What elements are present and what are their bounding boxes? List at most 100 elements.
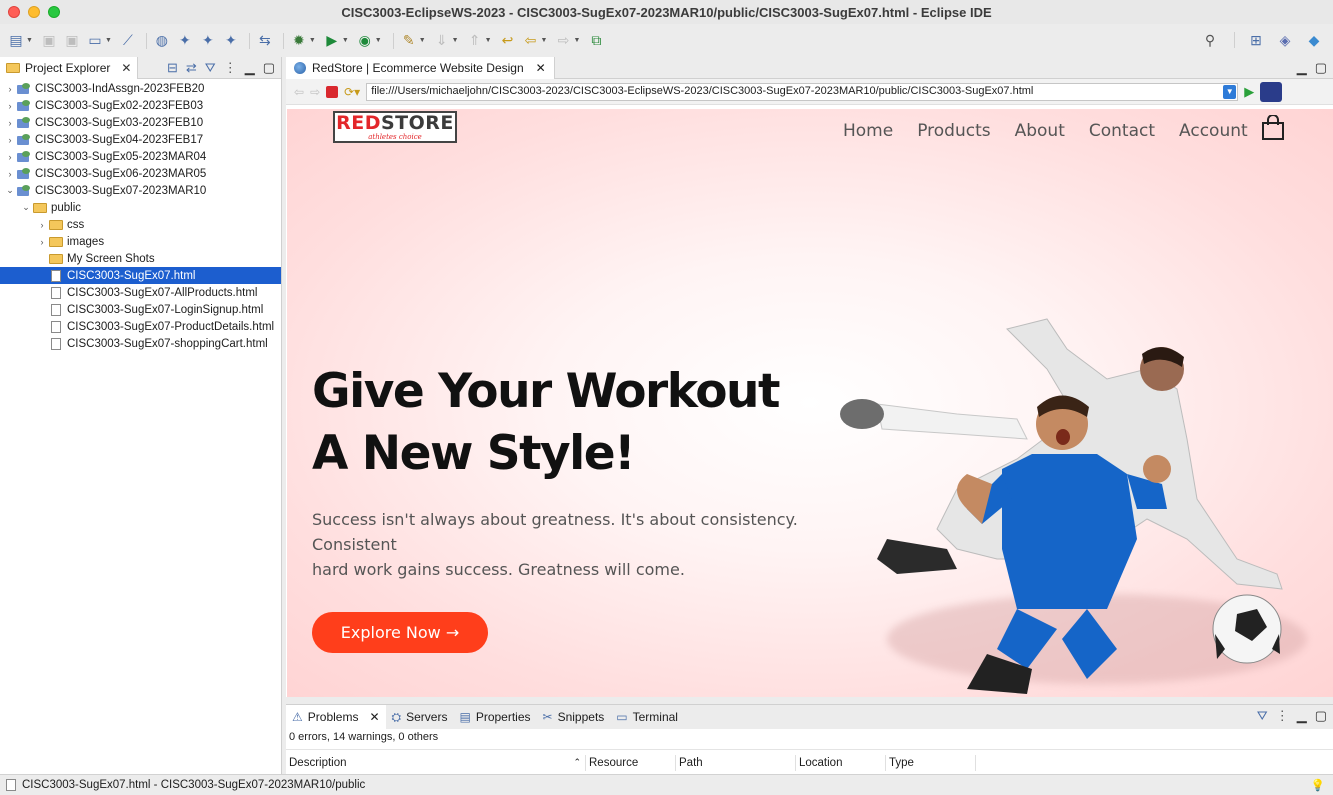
chevron-down-icon[interactable]: ▼ — [309, 37, 316, 44]
column-header-description[interactable]: Description ⌃ — [286, 754, 586, 771]
tree-item-project[interactable]: ⌄ CISC3003-SugEx07-2023MAR10 — [0, 182, 281, 199]
minimize-icon[interactable]: ▁ — [245, 60, 255, 76]
chevron-right-icon[interactable]: › — [4, 84, 16, 94]
nav-link-about[interactable]: About — [1015, 121, 1065, 141]
refresh-icon[interactable]: ⟳▾ — [344, 85, 360, 99]
open-perspective-icon[interactable]: ⊞ — [1246, 30, 1266, 50]
chevron-down-icon[interactable]: ▼ — [541, 37, 548, 44]
back-icon[interactable]: ⇦ — [294, 85, 304, 99]
go-icon[interactable]: ▶ — [1244, 84, 1254, 100]
minimize-icon[interactable]: ▁ — [1297, 708, 1307, 724]
tree-item-project[interactable]: › CISC3003-SugEx02-2023FEB03 — [0, 97, 281, 114]
chevron-down-icon[interactable]: ▼ — [485, 37, 492, 44]
minimize-window-button[interactable] — [28, 6, 40, 18]
lightbulb-icon[interactable]: 💡 — [1311, 778, 1325, 792]
skip-breakpoints-icon[interactable]: ⟋ — [118, 31, 138, 51]
column-header-path[interactable]: Path — [676, 754, 796, 771]
nav-link-home[interactable]: Home — [843, 121, 893, 141]
previous-annotation-icon[interactable]: ⇑ — [465, 31, 485, 51]
close-icon[interactable]: ✕ — [121, 61, 131, 75]
tab-problems[interactable]: ⚠ Problems ✕ — [286, 705, 386, 729]
view-menu-icon[interactable]: ⋮ — [1276, 708, 1289, 724]
chevron-right-icon[interactable]: › — [4, 152, 16, 162]
new-package-icon[interactable]: ✦ — [198, 31, 218, 51]
tree-item-project[interactable]: › CISC3003-SugEx05-2023MAR04 — [0, 148, 281, 165]
sort-ascending-icon[interactable]: ⌃ — [573, 757, 581, 768]
view-menu-icon[interactable]: ⋮ — [224, 60, 237, 76]
maximize-icon[interactable]: ▢ — [263, 60, 275, 76]
new-project-icon[interactable]: ✦ — [175, 31, 195, 51]
column-header-resource[interactable]: Resource — [586, 754, 676, 771]
chevron-down-icon[interactable]: ▼ — [105, 37, 112, 44]
chevron-right-icon[interactable]: › — [4, 101, 16, 111]
column-header-location[interactable]: Location — [796, 754, 886, 771]
filter-icon[interactable]: ⛛ — [205, 60, 216, 76]
tree-item-folder[interactable]: › images — [0, 233, 281, 250]
stop-icon[interactable] — [326, 85, 339, 98]
chevron-down-icon[interactable]: ▼ — [419, 37, 426, 44]
nav-link-account[interactable]: Account — [1179, 121, 1248, 141]
forward-icon[interactable]: ⇨ — [310, 85, 320, 99]
chevron-right-icon[interactable]: › — [36, 237, 48, 247]
tree-item-project[interactable]: › CISC3003-SugEx06-2023MAR05 — [0, 165, 281, 182]
chevron-down-icon[interactable]: ▼ — [452, 37, 459, 44]
shopping-bag-icon[interactable] — [1261, 115, 1285, 141]
tab-snippets[interactable]: ✂ Snippets — [537, 705, 611, 729]
tab-web-browser[interactable]: RedStore | Ecommerce Website Design ✕ — [286, 56, 555, 79]
chevron-down-icon[interactable]: ▼ — [342, 37, 349, 44]
forward-icon[interactable]: ⇨ — [553, 31, 573, 51]
close-window-button[interactable] — [8, 6, 20, 18]
tree-item-folder[interactable]: My Screen Shots — [0, 250, 281, 267]
tab-terminal[interactable]: ▭ Terminal — [610, 705, 684, 729]
minimize-icon[interactable]: ▁ — [1297, 60, 1307, 76]
save-icon[interactable]: ▣ — [39, 31, 59, 51]
next-annotation-icon[interactable]: ⇓ — [432, 31, 452, 51]
tree-item-folder[interactable]: ⌄ public — [0, 199, 281, 216]
tab-project-explorer[interactable]: Project Explorer ✕ — [0, 56, 139, 79]
filter-icon[interactable]: ⛛ — [1257, 708, 1268, 724]
chevron-down-icon[interactable]: ⌄ — [4, 185, 16, 196]
tree-item-file[interactable]: CISC3003-SugEx07-shoppingCart.html — [0, 335, 281, 352]
link-with-editor-icon[interactable]: ⇄ — [186, 60, 197, 76]
chevron-right-icon[interactable]: › — [4, 135, 16, 145]
nav-link-products[interactable]: Products — [917, 121, 990, 141]
tree-item-project[interactable]: › CISC3003-SugEx03-2023FEB10 — [0, 114, 281, 131]
tree-item-folder[interactable]: › css — [0, 216, 281, 233]
chevron-down-icon[interactable]: ▼ — [26, 37, 33, 44]
last-edit-location-icon[interactable]: ↩ — [498, 31, 518, 51]
tree-item-file[interactable]: CISC3003-SugEx07-ProductDetails.html — [0, 318, 281, 335]
url-input[interactable]: file:///Users/michaeljohn/CISC3003-2023/… — [366, 82, 1239, 101]
redstore-logo[interactable]: REDSTORE athletes choice — [333, 111, 457, 143]
eclipse-icon[interactable] — [1260, 81, 1283, 102]
tree-item-project[interactable]: › CISC3003-SugEx04-2023FEB17 — [0, 131, 281, 148]
column-header-type[interactable]: Type — [886, 754, 976, 771]
zoom-window-button[interactable] — [48, 6, 60, 18]
maximize-icon[interactable]: ▢ — [1315, 60, 1327, 76]
java-ee-perspective-icon[interactable]: ◈ — [1275, 30, 1295, 50]
chevron-down-icon[interactable]: ▼ — [573, 37, 580, 44]
back-icon[interactable]: ⇦ — [521, 31, 541, 51]
tree-item-file[interactable]: CISC3003-SugEx07-LoginSignup.html — [0, 301, 281, 318]
terminal-icon[interactable]: ▭ — [85, 31, 105, 51]
new-class-icon[interactable]: ✦ — [221, 31, 241, 51]
chevron-right-icon[interactable]: › — [4, 169, 16, 179]
chevron-down-icon[interactable]: ▼ — [375, 37, 382, 44]
tab-servers[interactable]: ⛭ Servers — [386, 705, 454, 729]
chevron-down-icon[interactable]: ⌄ — [20, 202, 32, 213]
maximize-icon[interactable]: ▢ — [1315, 708, 1327, 724]
search-icon[interactable]: ⚲ — [1200, 30, 1220, 50]
tree-item-file[interactable]: CISC3003-SugEx07-AllProducts.html — [0, 284, 281, 301]
save-all-icon[interactable]: ▣ — [62, 31, 82, 51]
chevron-right-icon[interactable]: › — [36, 220, 48, 230]
tree-item-project[interactable]: › CISC3003-IndAssgn-2023FEB20 — [0, 80, 281, 97]
tree-item-file[interactable]: CISC3003-SugEx07.html — [0, 267, 281, 284]
explore-now-button[interactable]: Explore Now → — [312, 612, 488, 653]
nav-link-contact[interactable]: Contact — [1089, 121, 1155, 141]
debug-icon[interactable]: ✹ — [289, 31, 309, 51]
pin-editor-icon[interactable]: ⧉ — [586, 31, 606, 51]
collapse-all-icon[interactable]: ⊟ — [167, 60, 178, 76]
tab-properties[interactable]: ▤ Properties — [453, 705, 536, 729]
web-perspective-icon[interactable]: ◆ — [1304, 30, 1324, 50]
new-file-icon[interactable]: ▤ — [6, 31, 26, 51]
close-icon[interactable]: ✕ — [536, 61, 546, 75]
